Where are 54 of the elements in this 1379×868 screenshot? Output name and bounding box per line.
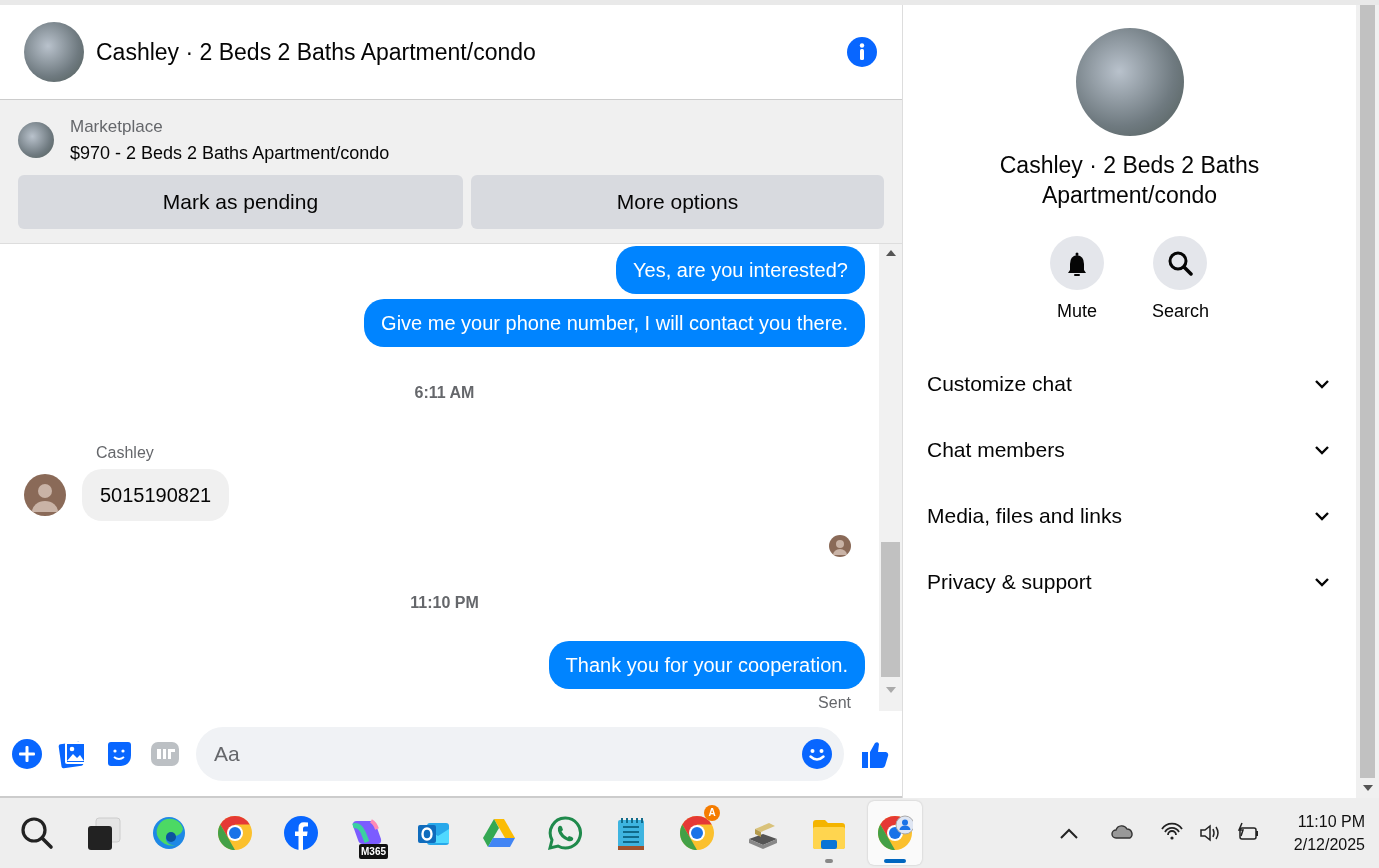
- avatar-icon: [24, 473, 66, 516]
- section-toggle[interactable]: Media, files and links: [903, 483, 1356, 549]
- chevron-icon: [1059, 827, 1078, 840]
- notification-badge: A: [704, 805, 720, 821]
- read-receipt-icon: [829, 534, 851, 557]
- chat-scrollbar[interactable]: [879, 243, 902, 711]
- section-toggle[interactable]: Chat members: [903, 417, 1356, 483]
- message-field[interactable]: Aa: [196, 726, 844, 781]
- add-button[interactable]: [12, 738, 42, 769]
- search-icon: [1167, 250, 1194, 276]
- info-button[interactable]: [846, 36, 878, 68]
- timestamp: 6:11 AM: [414, 382, 475, 403]
- outgoing-message: Thank you for your cooperation.: [548, 640, 865, 689]
- taskbar-app[interactable]: M365: [340, 801, 394, 865]
- plus-icon: [12, 738, 42, 769]
- scrollbar-thumb[interactable]: [881, 542, 900, 677]
- mark-pending-button[interactable]: Mark as pending: [18, 174, 463, 229]
- mute-button[interactable]: [1049, 236, 1104, 290]
- info-icon: [846, 36, 878, 68]
- windows-icon: [85, 815, 121, 851]
- listing-photo: [24, 22, 84, 82]
- clock-date: 2/12/2025: [1293, 835, 1365, 855]
- chrome-icon: [217, 815, 253, 851]
- chat-bubble-icon: [547, 815, 583, 851]
- action-label: Mute: [1056, 300, 1097, 323]
- listing-summary: $970 - 2 Beds 2 Baths Apartment/condo: [70, 141, 390, 165]
- more-options-button[interactable]: More options: [471, 174, 884, 229]
- incoming-message: 5015190821: [82, 468, 230, 521]
- browser-icon: [151, 815, 187, 851]
- scroll-down-icon[interactable]: [1362, 785, 1373, 791]
- outgoing-message: Give me your phone number, I will contact you there.: [364, 298, 865, 347]
- section-toggle[interactable]: Privacy & support: [903, 549, 1356, 615]
- search-icon: [19, 815, 55, 851]
- listing-source: Marketplace: [70, 116, 164, 138]
- chrome-icon: [877, 815, 913, 851]
- timestamp: 11:10 PM: [410, 592, 479, 613]
- search-button[interactable]: [1153, 236, 1208, 290]
- scrollbar-thumb[interactable]: [1360, 5, 1375, 778]
- f-logo-icon: [283, 815, 319, 851]
- outgoing-message: Yes, are you interested?: [616, 245, 865, 294]
- delivery-status: Sent: [818, 692, 851, 711]
- section-toggle[interactable]: Customize chat: [903, 351, 1356, 417]
- action-label: Search: [1151, 300, 1209, 323]
- page-scrollbar[interactable]: [1356, 5, 1379, 798]
- listing-photo: [18, 122, 54, 159]
- clock-button[interactable]: 11:10 PM 2/12/2025: [1293, 810, 1365, 856]
- clock-time: 11:10 PM: [1296, 812, 1365, 832]
- scroll-up-icon[interactable]: [885, 249, 896, 256]
- chat-title: Cashley · 2 Beds 2 Baths Apartment/condo: [998, 151, 1261, 210]
- chat-title: Cashley · 2 Beds 2 Baths Apartment/condo: [96, 37, 537, 67]
- app-badge: M365: [359, 844, 388, 859]
- chrome-icon: [679, 815, 715, 851]
- sender-name: Cashley: [96, 442, 155, 463]
- emoji-icon[interactable]: [802, 738, 832, 769]
